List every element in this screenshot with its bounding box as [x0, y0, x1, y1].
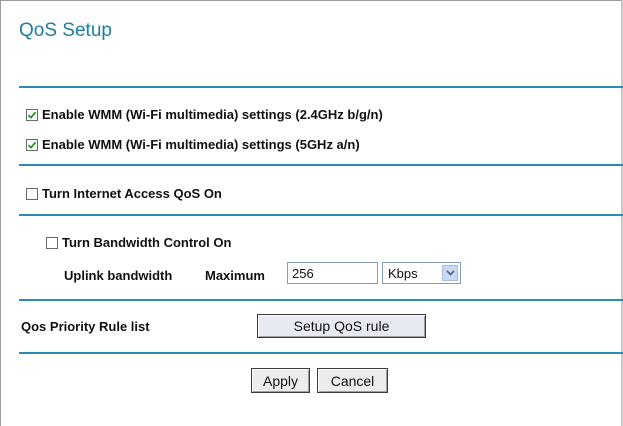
- bandwidth-control-label: Turn Bandwidth Control On: [62, 235, 232, 250]
- section-divider: [19, 86, 623, 88]
- wmm-24ghz-row: Enable WMM (Wi-Fi multimedia) settings (…: [26, 107, 383, 122]
- wmm-5ghz-label: Enable WMM (Wi-Fi multimedia) settings (…: [42, 137, 360, 152]
- chevron-down-icon[interactable]: [442, 265, 458, 281]
- checkmark-icon: [27, 141, 37, 149]
- priority-rule-list-label: Qos Priority Rule list: [21, 319, 150, 334]
- internet-access-qos-row: Turn Internet Access QoS On: [26, 186, 222, 201]
- setup-qos-rule-button[interactable]: Setup QoS rule: [257, 314, 426, 338]
- internet-access-qos-checkbox[interactable]: [26, 187, 38, 200]
- bandwidth-control-row: Turn Bandwidth Control On: [46, 235, 231, 250]
- maximum-bandwidth-input[interactable]: [287, 262, 378, 284]
- bandwidth-control-checkbox[interactable]: [46, 236, 58, 249]
- wmm-5ghz-row: Enable WMM (Wi-Fi multimedia) settings (…: [26, 137, 360, 152]
- bandwidth-unit-select[interactable]: Kbps: [382, 262, 461, 284]
- maximum-label: Maximum: [205, 268, 265, 283]
- wmm-24ghz-checkbox[interactable]: [26, 108, 38, 121]
- wmm-24ghz-label: Enable WMM (Wi-Fi multimedia) settings (…: [42, 107, 383, 122]
- apply-button[interactable]: Apply: [251, 368, 310, 393]
- checkmark-icon: [27, 111, 37, 119]
- wmm-5ghz-checkbox[interactable]: [26, 138, 38, 151]
- section-divider: [19, 214, 623, 216]
- section-divider: [19, 352, 623, 354]
- internet-access-qos-label: Turn Internet Access QoS On: [42, 186, 222, 201]
- cancel-button[interactable]: Cancel: [317, 368, 388, 393]
- page-title: QoS Setup: [19, 20, 112, 41]
- section-divider: [19, 299, 623, 301]
- uplink-bandwidth-label: Uplink bandwidth: [64, 268, 173, 283]
- section-divider: [19, 164, 623, 166]
- page-frame: [0, 0, 623, 426]
- bandwidth-unit-value: Kbps: [388, 265, 418, 281]
